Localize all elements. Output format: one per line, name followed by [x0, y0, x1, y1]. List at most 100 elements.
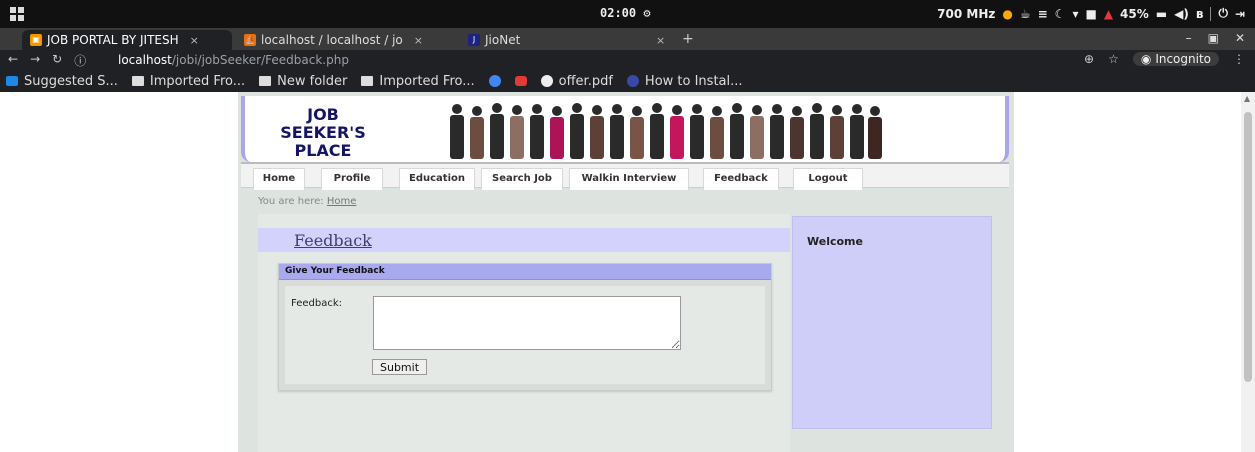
feedback-form-header: Give Your Feedback	[279, 264, 771, 280]
coffee-icon: ☕	[1019, 6, 1031, 21]
clock[interactable]: 02:00 ⚙	[600, 6, 651, 20]
page-title[interactable]: Feedback	[294, 231, 372, 250]
nav-home[interactable]: Home	[253, 168, 305, 190]
folder-icon	[131, 76, 144, 86]
bookmark-chrome[interactable]	[488, 75, 501, 87]
menu-icon: ≡	[1037, 6, 1048, 21]
os-top-bar: 02:00 ⚙ 700 MHz ● ☕ ≡ ☾ ▾ ■ ▲ 45% ▬ ◀) ʙ…	[0, 0, 1255, 28]
page-scrollbar[interactable]: ▲	[1241, 92, 1255, 452]
nav-feedback[interactable]: Feedback	[703, 168, 779, 190]
wifi-icon: ▾	[1072, 6, 1079, 21]
nav-profile[interactable]: Profile	[321, 168, 383, 190]
person-figure	[550, 106, 564, 159]
close-window-icon[interactable]: ✕	[1235, 31, 1245, 45]
app-grid-icon[interactable]	[10, 7, 24, 21]
url-field[interactable]: localhost/jobi/jobSeeker/Feedback.php	[118, 53, 349, 67]
bookmark-youtube[interactable]	[514, 76, 527, 86]
submit-button[interactable]: Submit	[372, 359, 428, 375]
breadcrumb-home-link[interactable]: Home	[327, 196, 357, 207]
person-figure	[868, 106, 882, 159]
feedback-form-body: Feedback: Submit	[285, 286, 765, 384]
incognito-badge[interactable]: ◉ Incognito	[1132, 52, 1219, 66]
system-tray[interactable]: 700 MHz ● ☕ ≡ ☾ ▾ ■ ▲ 45% ▬ ◀) ʙ ⏻ ⇥	[937, 6, 1245, 21]
sidebar: Welcome	[792, 216, 992, 429]
bookmark-folder[interactable]: Imported Fro...	[361, 74, 475, 89]
person-figure	[750, 105, 764, 159]
main-content: Feedback Give Your Feedback Feedback: Su…	[258, 214, 790, 452]
site-info-icon[interactable]: ⓘ	[74, 52, 86, 69]
feedback-textarea[interactable]	[373, 296, 681, 350]
bookmark-suggested[interactable]: Suggested S...	[6, 74, 118, 89]
tab-jionet[interactable]: J JioNet ×	[460, 30, 678, 50]
nav-search-job[interactable]: Search Job	[481, 168, 563, 190]
person-figure	[830, 105, 844, 159]
reload-icon[interactable]: ↻	[52, 52, 62, 69]
globe-icon	[626, 75, 639, 87]
person-figure	[530, 104, 544, 159]
volume-icon: ◀)	[1174, 6, 1189, 21]
nav-education[interactable]: Education	[399, 168, 475, 190]
person-figure	[810, 103, 824, 159]
chrome-icon	[488, 75, 501, 87]
site-container: JOB SEEKER'S PLACE Home Profile Educatio…	[238, 92, 1014, 452]
kebab-menu-icon[interactable]: ⋮	[1233, 52, 1245, 66]
folder-icon	[259, 76, 272, 86]
tab-close-icon[interactable]: ×	[190, 34, 199, 47]
exit-icon[interactable]: ⇥	[1235, 7, 1245, 21]
new-tab-icon[interactable]: +	[682, 31, 694, 47]
tab-label: JOB PORTAL BY JITESH	[47, 33, 179, 47]
back-icon[interactable]: ←	[8, 52, 18, 69]
site-nav-menu: Home Profile Education Search Job Walkin…	[241, 162, 1009, 190]
nav-logout[interactable]: Logout	[793, 168, 863, 190]
person-figure	[690, 104, 704, 159]
breadcrumb: You are here: Home	[258, 196, 357, 207]
battery-percent: 45%	[1120, 6, 1149, 21]
bookmark-how-to-install[interactable]: How to Instal...	[626, 74, 743, 89]
chrome-tray-icon: ●	[1002, 6, 1013, 21]
person-figure	[850, 104, 864, 159]
address-bar: ← → ↻ ⓘ localhost/jobi/jobSeeker/Feedbac…	[0, 50, 1255, 70]
url-host: localhost	[118, 53, 172, 67]
person-figure	[470, 106, 484, 159]
tab-job-portal[interactable]: ▣ JOB PORTAL BY JITESH ×	[22, 30, 232, 50]
bookmark-offer-pdf[interactable]: offer.pdf	[540, 74, 613, 89]
bookmarks-bar: Suggested S... Imported Fro... New folde…	[0, 70, 1255, 92]
person-figure	[730, 103, 744, 159]
tray-divider	[1210, 6, 1212, 21]
tab-close-icon[interactable]: ×	[656, 34, 665, 47]
person-figure	[490, 103, 504, 159]
forward-icon[interactable]: →	[30, 52, 40, 69]
folder-tray-icon: ■	[1085, 6, 1097, 21]
battery-warning-icon: ▲	[1103, 6, 1114, 21]
person-figure	[770, 104, 784, 159]
feedback-form: Give Your Feedback Feedback: Submit	[278, 263, 772, 391]
person-figure	[590, 105, 604, 159]
person-figure	[710, 106, 724, 159]
nav-walkin-interview[interactable]: Walkin Interview	[569, 168, 689, 190]
tab-phpmyadmin[interactable]: ⛵ localhost / localhost / jo ×	[236, 30, 456, 50]
zoom-icon[interactable]: ⊕	[1084, 52, 1094, 66]
business-people-banner	[450, 103, 882, 159]
tab-strip: ▣ JOB PORTAL BY JITESH × ⛵ localhost / l…	[0, 28, 1255, 50]
scroll-up-icon[interactable]: ▲	[1244, 94, 1250, 103]
tab-close-icon[interactable]: ×	[414, 34, 423, 47]
bookmark-folder[interactable]: New folder	[259, 74, 347, 89]
tab-label: localhost / localhost / jo	[261, 33, 403, 47]
page-title-strip: Feedback	[258, 228, 790, 252]
incognito-icon: ◉	[1140, 52, 1152, 66]
bookmark-star-icon[interactable]: ☆	[1108, 52, 1119, 66]
minimize-icon[interactable]: –	[1186, 31, 1192, 45]
restore-icon[interactable]: ▣	[1208, 31, 1219, 45]
pdf-icon	[540, 75, 553, 87]
person-figure	[610, 104, 624, 159]
site-logo[interactable]: JOB SEEKER'S PLACE	[273, 106, 373, 160]
power-icon[interactable]: ⏻	[1218, 6, 1228, 21]
person-figure	[570, 103, 584, 159]
folder-icon	[361, 76, 374, 86]
window-controls: – ▣ ✕	[1186, 31, 1245, 45]
bookmark-folder[interactable]: Imported Fro...	[131, 74, 245, 89]
scrollbar-thumb[interactable]	[1244, 112, 1252, 382]
job-portal-favicon-icon: ▣	[30, 34, 42, 46]
feedback-label: Feedback:	[291, 298, 342, 309]
person-figure	[790, 106, 804, 159]
